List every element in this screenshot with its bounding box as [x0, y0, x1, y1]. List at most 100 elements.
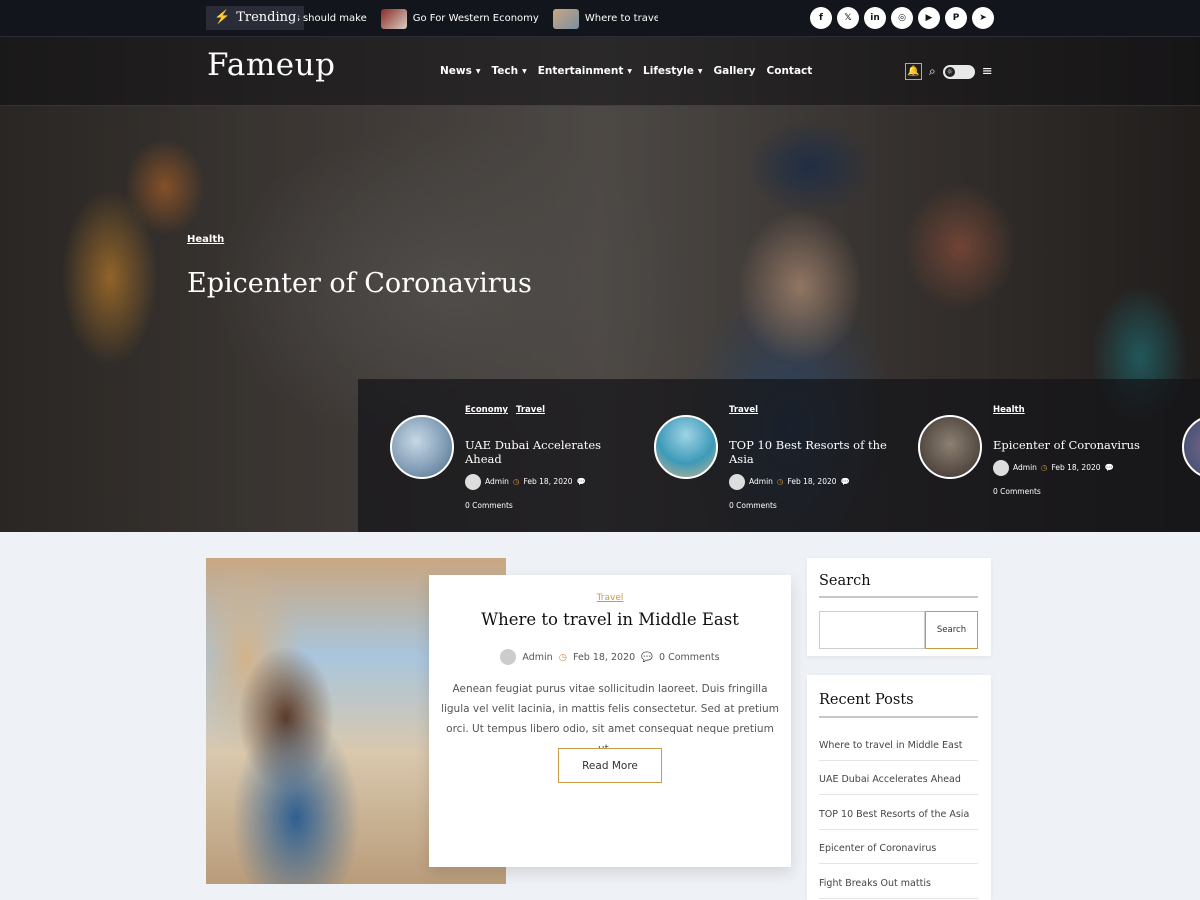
recent-post-link[interactable]: Epicenter of Coronavirus	[819, 843, 978, 864]
nav-label: Tech	[491, 65, 519, 77]
instagram-icon[interactable]: ◎	[891, 7, 913, 29]
trending-text: Trending	[236, 10, 297, 25]
site-logo[interactable]: Fameup	[207, 47, 335, 83]
slide-author[interactable]: Admin	[749, 472, 773, 492]
avatar	[993, 460, 1009, 476]
social-links: f 𝕏 in ◎ ▶ P ➤	[810, 7, 994, 29]
search-input[interactable]	[819, 611, 925, 649]
avatar	[729, 474, 745, 490]
post-card: Travel Where to travel in Middle East Ad…	[429, 575, 791, 867]
slide-title[interactable]: Epicenter of Coronavirus	[993, 438, 1163, 452]
slider-item[interactable]: Economy Travel UAE Dubai Accelerates Ahea…	[390, 379, 640, 532]
pinterest-icon[interactable]: P	[945, 7, 967, 29]
header-tools: 🔔 ⌕ ☼ ≡	[905, 63, 993, 80]
hero-title[interactable]: Epicenter of Coronavirus	[187, 268, 532, 299]
avatar	[500, 649, 517, 665]
slide-category[interactable]: Health	[993, 405, 1025, 415]
telegram-icon[interactable]: ➤	[972, 7, 994, 29]
bell-icon[interactable]: 🔔	[905, 63, 922, 80]
bolt-icon: ⚡	[214, 10, 231, 25]
recent-post-link[interactable]: UAE Dubai Accelerates Ahead	[819, 774, 978, 795]
theme-toggle[interactable]: ☼	[942, 64, 975, 79]
site-header: Fameup News ▼ Tech ▼ Entertainment ▼ Lifest…	[0, 37, 1200, 106]
slide-title[interactable]: UAE Dubai Accelerates Ahead	[465, 438, 635, 466]
slide-category[interactable]: Travel	[729, 405, 758, 415]
slide-date: Feb 18, 2020	[787, 477, 837, 486]
slide-comments[interactable]: 0 Comments	[465, 496, 513, 516]
x-icon[interactable]: 𝕏	[837, 7, 859, 29]
clock-icon: ◷	[512, 477, 520, 486]
comment-icon: 💬	[1104, 463, 1114, 472]
post-comments[interactable]: 0 Comments	[659, 652, 720, 663]
nav-label: Lifestyle	[643, 65, 694, 77]
ticker-item[interactable]: Where to trave	[552, 8, 658, 29]
widget-title: Recent Posts	[819, 692, 914, 708]
comment-icon: 💬	[840, 477, 850, 486]
post-title[interactable]: Where to travel in Middle East	[429, 610, 791, 629]
slide-category[interactable]: Economy	[465, 405, 508, 415]
recent-post-link[interactable]: Where to travel in Middle East	[819, 740, 978, 761]
nav-item-contact[interactable]: Contact	[767, 65, 813, 77]
recent-post-link[interactable]: TOP 10 Best Resorts of the Asia	[819, 809, 978, 830]
ticker-item[interactable]: Go For Western Economy	[380, 8, 539, 29]
hero-category[interactable]: Health	[187, 234, 224, 245]
slide-author[interactable]: Admin	[485, 472, 509, 492]
search-widget: Search Search	[807, 558, 991, 656]
recent-post-link[interactable]: Fight Breaks Out mattis	[819, 878, 978, 899]
ticker-item-text: Where to trave	[584, 13, 658, 24]
slide-category[interactable]: Travel	[516, 405, 545, 415]
trending-ticker: ty's should make Go For Western Economy …	[298, 0, 658, 37]
chevron-down-icon: ▼	[522, 67, 527, 75]
ticker-thumbnail	[380, 8, 407, 29]
slide-date: Feb 18, 2020	[523, 477, 573, 486]
sun-icon: ☼	[944, 66, 955, 77]
youtube-icon[interactable]: ▶	[918, 7, 940, 29]
nav-item-gallery[interactable]: Gallery	[713, 65, 755, 77]
nav-item-news[interactable]: News ▼	[440, 65, 480, 77]
ticker-thumbnail	[552, 8, 579, 29]
main-nav: News ▼ Tech ▼ Entertainment ▼ Lifestyle ▼ Ga…	[440, 65, 812, 77]
post-author[interactable]: Admin	[522, 652, 552, 663]
linkedin-icon[interactable]: in	[864, 7, 886, 29]
slide-thumbnail	[1182, 415, 1200, 479]
chevron-down-icon: ▼	[697, 67, 703, 75]
slide-title[interactable]: TOP 10 Best Resorts of the Asia	[729, 438, 899, 466]
featured-slider: Economy Travel UAE Dubai Accelerates Ahea…	[358, 379, 1200, 532]
slide-date: Feb 18, 2020	[1051, 463, 1101, 472]
avatar	[465, 474, 481, 490]
post-excerpt: Aenean feugiat purus vitae sollicitudin …	[441, 683, 779, 755]
recent-posts-widget: Recent Posts Where to travel in Middle E…	[807, 675, 991, 900]
ticker-item-text: ty's should make	[298, 13, 367, 24]
menu-icon[interactable]: ≡	[982, 64, 993, 79]
divider	[819, 596, 978, 598]
slide-comments[interactable]: 0 Comments	[993, 482, 1041, 502]
clock-icon: ◷	[558, 651, 567, 663]
post-date: Feb 18, 2020	[573, 651, 636, 663]
comment-icon: 💬	[576, 477, 586, 486]
slide-author[interactable]: Admin	[1013, 458, 1037, 478]
ticker-item[interactable]: ty's should make	[298, 13, 367, 24]
post-category[interactable]: Travel	[429, 593, 791, 603]
search-button[interactable]: Search	[925, 611, 978, 649]
chevron-down-icon: ▼	[627, 67, 633, 75]
slider-item[interactable]: Travel TOP 10 Best Resorts of the Asia A…	[654, 379, 904, 532]
clock-icon: ◷	[776, 477, 784, 486]
nav-label: Contact	[766, 65, 813, 77]
slide-thumbnail	[918, 415, 982, 479]
nav-label: Entertainment	[537, 65, 624, 77]
nav-item-entertainment[interactable]: Entertainment ▼	[538, 65, 632, 77]
slide-thumbnail	[654, 415, 718, 479]
ticker-item-text: Go For Western Economy	[412, 13, 539, 24]
clock-icon: ◷	[1040, 463, 1048, 472]
nav-item-tech[interactable]: Tech ▼	[491, 65, 526, 77]
nav-item-lifestyle[interactable]: Lifestyle ▼	[643, 65, 702, 77]
top-bar: ⚡ Trending ty's should make Go For Weste…	[0, 0, 1200, 37]
read-more-button[interactable]: Read More	[558, 748, 662, 783]
slider-item[interactable]	[1182, 379, 1200, 532]
slide-comments[interactable]: 0 Comments	[729, 496, 777, 516]
trending-label: ⚡ Trending	[206, 6, 305, 30]
nav-label: News	[440, 65, 472, 77]
facebook-icon[interactable]: f	[810, 7, 832, 29]
search-icon[interactable]: ⌕	[929, 64, 936, 79]
slider-item[interactable]: Health Epicenter of Coronavirus Admin ◷ …	[918, 379, 1168, 532]
